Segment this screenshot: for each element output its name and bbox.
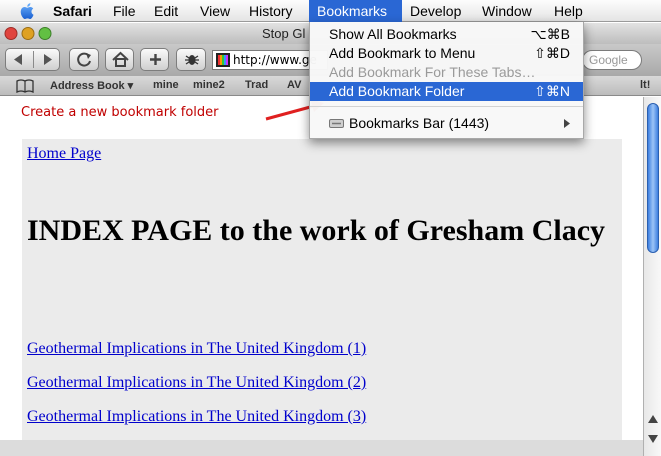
search-field[interactable]: Google — [582, 50, 642, 70]
vertical-scrollbar[interactable] — [643, 97, 661, 456]
geothermal-link-2[interactable]: Geothermal Implications in The United Ki… — [27, 374, 366, 392]
menu-item-add-bookmark-for-tabs: Add Bookmark For These Tabs… — [310, 63, 583, 82]
bug-icon — [185, 55, 199, 65]
scroll-arrows-icon[interactable] — [647, 409, 659, 449]
menu-bookmarks[interactable]: Bookmarks — [309, 0, 402, 22]
bottom-bar — [0, 440, 643, 456]
menu-item-label: Add Bookmark to Menu — [329, 45, 476, 61]
bookmark-truncated[interactable]: lt! — [640, 79, 650, 91]
show-all-bookmarks-book-icon[interactable] — [16, 79, 34, 93]
submenu-arrow-icon — [564, 119, 570, 128]
menu-item-label: Add Bookmark For These Tabs… — [329, 64, 536, 80]
geothermal-link-3[interactable]: Geothermal Implications in The United Ki… — [27, 408, 366, 426]
web-page-content: Create a new bookmark folder Home Page I… — [0, 97, 643, 456]
menu-separator — [310, 106, 583, 107]
close-button-icon[interactable] — [4, 27, 18, 40]
bookmark-trad[interactable]: Trad — [245, 79, 268, 91]
bookmark-mine[interactable]: mine — [153, 79, 179, 91]
menu-item-label: Add Bookmark Folder — [329, 83, 465, 99]
forward-arrow-icon[interactable] — [34, 49, 61, 70]
site-favicon-icon — [216, 53, 230, 67]
home-page-link[interactable]: Home Page — [27, 145, 101, 163]
menu-item-shortcut: ⇧⌘N — [534, 83, 570, 99]
minimize-button-icon[interactable] — [21, 27, 35, 40]
menu-view[interactable]: View — [200, 0, 230, 22]
menu-safari[interactable]: Safari — [53, 0, 92, 22]
report-bug-button[interactable] — [176, 48, 206, 71]
menu-item-show-all-bookmarks[interactable]: Show All Bookmarks ⌥⌘B — [310, 25, 583, 44]
menu-history[interactable]: History — [249, 0, 293, 22]
menu-item-label: Bookmarks Bar (1443) — [349, 115, 490, 131]
page-body: Home Page INDEX PAGE to the work of Gres… — [22, 139, 622, 456]
back-forward-buttons[interactable] — [5, 48, 60, 71]
bookmark-mine2[interactable]: mine2 — [193, 79, 225, 91]
page-heading: INDEX PAGE to the work of Gresham Clacy — [27, 214, 606, 247]
menu-item-label: Show All Bookmarks — [329, 26, 457, 42]
home-button[interactable] — [105, 48, 134, 71]
bookmark-address-book[interactable]: Address Book ▾ — [50, 79, 133, 92]
menu-edit[interactable]: Edit — [154, 0, 178, 22]
scrollbar-thumb[interactable] — [647, 103, 659, 253]
annotation-caption: Create a new bookmark folder — [21, 105, 219, 120]
address-text: http://www.ge — [233, 53, 317, 67]
reload-icon — [77, 52, 91, 67]
plus-icon — [150, 54, 161, 65]
menu-item-add-bookmark-to-menu[interactable]: Add Bookmark to Menu ⇧⌘D — [310, 44, 583, 63]
menu-item-shortcut: ⌥⌘B — [530, 26, 570, 42]
home-icon — [112, 51, 129, 67]
menu-develop[interactable]: Develop — [410, 0, 461, 22]
bookmark-av[interactable]: AV — [287, 79, 301, 91]
window-title: Stop Gl — [262, 26, 306, 41]
menu-help[interactable]: Help — [554, 0, 583, 22]
back-arrow-icon[interactable] — [6, 49, 33, 70]
zoom-button-icon[interactable] — [38, 27, 52, 40]
reload-button[interactable] — [69, 48, 99, 71]
menu-file[interactable]: File — [113, 0, 136, 22]
menu-bar: Safari File Edit View History Bookmarks … — [0, 0, 661, 22]
bookmarks-bar-icon — [329, 119, 344, 128]
menu-item-bookmarks-bar[interactable]: Bookmarks Bar (1443) — [310, 114, 583, 133]
bookmarks-dropdown-menu: Show All Bookmarks ⌥⌘B Add Bookmark to M… — [309, 22, 584, 139]
add-bookmark-button[interactable] — [140, 48, 169, 71]
window-controls — [4, 27, 52, 40]
menu-item-shortcut: ⇧⌘D — [534, 45, 570, 61]
menu-window[interactable]: Window — [482, 0, 532, 22]
menu-item-add-bookmark-folder[interactable]: Add Bookmark Folder ⇧⌘N — [310, 82, 583, 101]
geothermal-link-1[interactable]: Geothermal Implications in The United Ki… — [27, 340, 366, 358]
apple-menu-icon[interactable] — [18, 1, 38, 21]
